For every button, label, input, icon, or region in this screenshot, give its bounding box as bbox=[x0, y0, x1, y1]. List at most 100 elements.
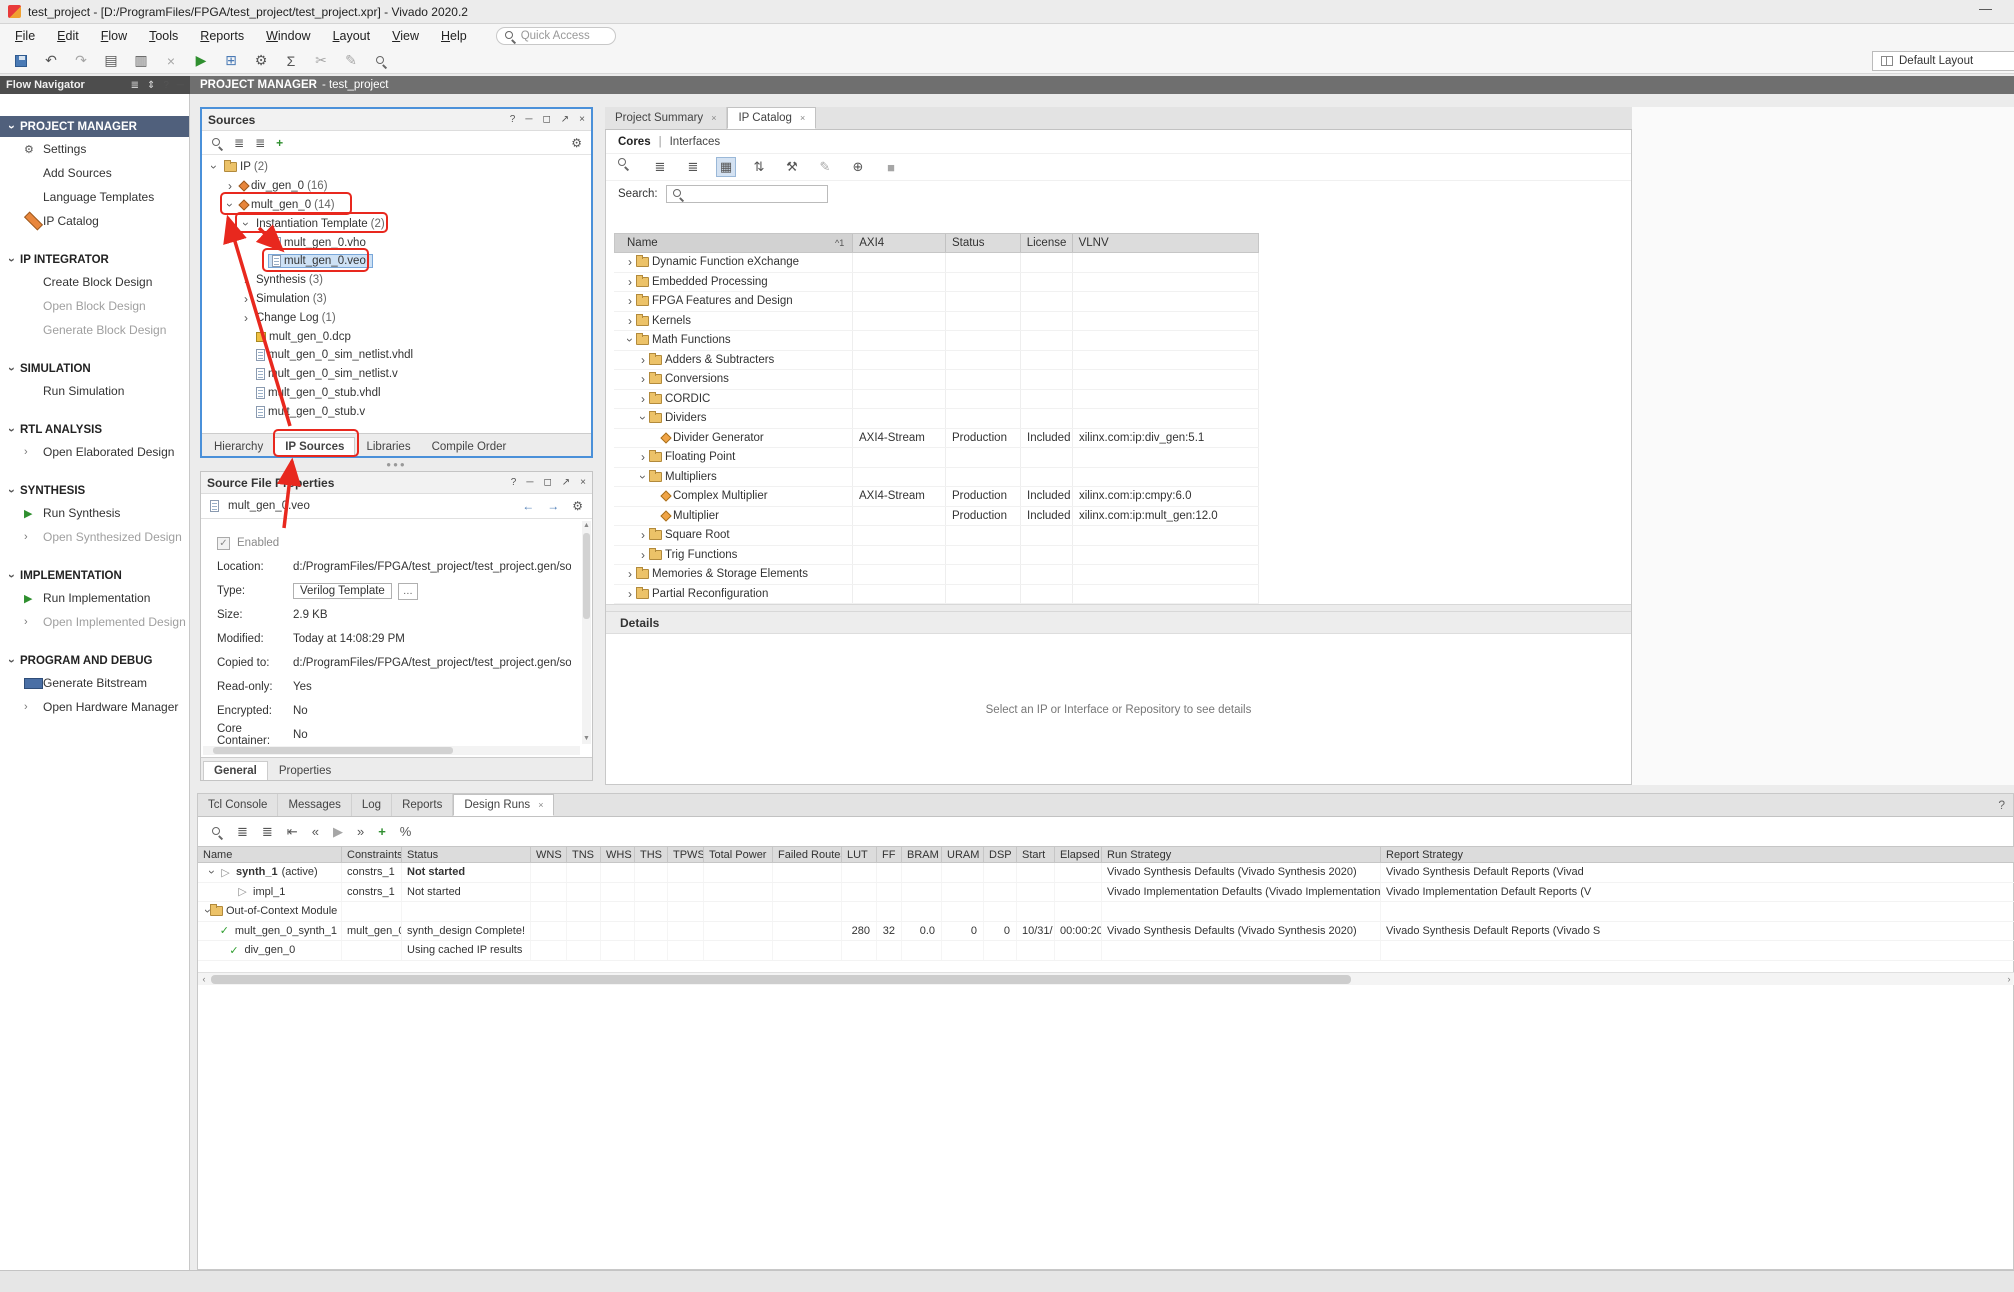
sources-tab[interactable]: Libraries bbox=[356, 438, 420, 456]
column-header-license[interactable]: License bbox=[1021, 234, 1073, 252]
scroll-right-icon[interactable]: › bbox=[2003, 973, 2014, 986]
flow-item[interactable]: Generate Bitstream bbox=[0, 671, 189, 695]
menu-item[interactable]: Layout bbox=[322, 26, 382, 46]
run-row[interactable]: › Out-of-Context Module Runs bbox=[198, 902, 2014, 922]
column-header-total-power[interactable]: Total Power bbox=[704, 847, 773, 862]
expander-icon[interactable]: › bbox=[224, 180, 236, 192]
scroll-down-icon[interactable]: ▼ bbox=[582, 734, 591, 744]
column-header-run-strategy[interactable]: Run Strategy bbox=[1102, 847, 1381, 862]
expander-icon[interactable]: › bbox=[637, 529, 649, 541]
column-header-name[interactable]: Name bbox=[198, 847, 342, 862]
minimize-button[interactable]: — bbox=[1979, 1, 1992, 16]
flow-item[interactable]: Run Simulation bbox=[0, 379, 189, 403]
flow-item[interactable]: › Open Implemented Design bbox=[0, 610, 189, 634]
workspace-tab[interactable]: Project Summary × bbox=[605, 107, 727, 129]
float-icon[interactable]: ◻ bbox=[542, 114, 550, 125]
toolbar-button[interactable]: ↶ bbox=[38, 50, 64, 72]
expander-icon[interactable]: › bbox=[240, 293, 252, 305]
splitter-handle[interactable] bbox=[606, 604, 1631, 612]
bottom-tab[interactable]: Design Runs × bbox=[453, 794, 554, 816]
vertical-scrollbar[interactable]: ▲ ▼ bbox=[582, 521, 591, 744]
toolbar-button[interactable] bbox=[8, 50, 34, 72]
close-icon[interactable]: × bbox=[538, 800, 543, 810]
source-tree-item[interactable]: mult_gen_0.veo bbox=[202, 252, 591, 271]
column-header-whs[interactable]: WHS bbox=[601, 847, 635, 862]
source-tree-item[interactable]: mult_gen_0.dcp bbox=[202, 327, 591, 346]
column-header-constraints[interactable]: Constraints bbox=[342, 847, 402, 862]
first-icon[interactable]: ⇤ bbox=[287, 824, 298, 840]
minimize-icon[interactable]: ─ bbox=[526, 477, 533, 488]
bottom-tab[interactable]: Reports × bbox=[392, 794, 453, 816]
flow-section-header[interactable]: › RTL ANALYSIS bbox=[0, 419, 189, 440]
expander-icon[interactable]: › bbox=[624, 295, 636, 307]
search-icon[interactable] bbox=[211, 826, 223, 838]
source-tree-item[interactable]: › Instantiation Template (2) bbox=[202, 214, 591, 233]
menu-item[interactable]: Flow bbox=[90, 26, 138, 46]
expander-icon[interactable]: › bbox=[637, 393, 649, 405]
browse-button[interactable]: … bbox=[398, 583, 418, 600]
help-icon[interactable]: ? bbox=[511, 477, 517, 488]
minimize-icon[interactable]: ─ bbox=[177, 80, 184, 91]
maximize-icon[interactable]: ↗ bbox=[562, 477, 570, 488]
source-tree-item[interactable]: › Synthesis (3) bbox=[202, 271, 591, 290]
percent-icon[interactable]: % bbox=[400, 824, 412, 839]
flow-section-header[interactable]: › IP INTEGRATOR bbox=[0, 249, 189, 270]
column-header-axi4[interactable]: AXI4 bbox=[853, 234, 946, 252]
help-icon[interactable]: ? bbox=[1998, 798, 2005, 812]
expander-icon[interactable]: › bbox=[224, 199, 236, 211]
horizontal-scrollbar[interactable] bbox=[203, 746, 580, 755]
scroll-up-icon[interactable]: ▲ bbox=[582, 521, 591, 531]
run-row[interactable]: ▷ impl_1 constrs_1 Not started bbox=[198, 883, 2014, 903]
expander-icon[interactable]: › bbox=[637, 412, 649, 424]
catalog-row[interactable]: › Kernels bbox=[614, 312, 1259, 332]
flow-section-header[interactable]: › PROGRAM AND DEBUG bbox=[0, 650, 189, 671]
catalog-row[interactable]: › Dividers bbox=[614, 409, 1259, 429]
forward-icon[interactable]: → bbox=[547, 499, 559, 513]
flow-item[interactable]: Add Sources bbox=[0, 161, 189, 185]
column-header-ths[interactable]: THS bbox=[635, 847, 668, 862]
gear-icon[interactable]: ⚙ bbox=[571, 136, 582, 150]
layout-selector[interactable]: Default Layout bbox=[1872, 51, 2014, 71]
catalog-row[interactable]: › Embedded Processing bbox=[614, 273, 1259, 293]
flow-item[interactable]: Language Templates bbox=[0, 185, 189, 209]
back-icon[interactable]: ← bbox=[522, 499, 534, 513]
source-tree-item[interactable]: › div_gen_0 (16) bbox=[202, 177, 591, 196]
column-header-tns[interactable]: TNS bbox=[567, 847, 601, 862]
bottom-tab[interactable]: Log × bbox=[352, 794, 392, 816]
menu-item[interactable]: Edit bbox=[46, 26, 90, 46]
source-tree-item[interactable]: › IP (2) bbox=[202, 158, 591, 177]
expander-icon[interactable]: › bbox=[624, 588, 636, 600]
expander-icon[interactable]: › bbox=[624, 256, 636, 268]
catalog-row[interactable]: › Multipliers bbox=[614, 468, 1259, 488]
sort-icon[interactable]: ⇅ bbox=[749, 157, 769, 177]
toolbar-button[interactable]: ▶ bbox=[188, 50, 214, 72]
column-header-failed-routes[interactable]: Failed Routes bbox=[773, 847, 842, 862]
source-tree-item[interactable]: mult_gen_0_stub.v bbox=[202, 402, 591, 421]
run-row[interactable]: ✓ mult_gen_0_synth_1 mult_gen_0 synth_de… bbox=[198, 922, 2014, 942]
toolbar-button[interactable]: ⚙ bbox=[248, 50, 274, 72]
splitter-handle[interactable]: ●●● bbox=[200, 459, 593, 469]
toolbar-button[interactable]: ▥ bbox=[128, 50, 154, 72]
gear-icon[interactable]: ⚙ bbox=[572, 499, 583, 513]
expander-icon[interactable]: › bbox=[624, 315, 636, 327]
flow-item[interactable]: › Open Synthesized Design bbox=[0, 525, 189, 549]
flow-item[interactable]: Generate Block Design bbox=[0, 318, 189, 342]
expander-icon[interactable]: › bbox=[206, 866, 218, 878]
stop-icon[interactable]: ■ bbox=[881, 157, 901, 177]
catalog-row[interactable]: Multiplier Production Included xilinx.co… bbox=[614, 507, 1259, 527]
toolbar-button[interactable]: ✎ bbox=[338, 50, 364, 72]
forward-step-icon[interactable]: » bbox=[357, 824, 364, 839]
expander-icon[interactable]: › bbox=[624, 334, 636, 346]
add-sources-icon[interactable]: + bbox=[276, 136, 283, 150]
collapse-all-icon[interactable]: ≣ bbox=[237, 824, 248, 840]
sfp-tab[interactable]: Properties bbox=[269, 762, 341, 780]
close-icon[interactable]: × bbox=[580, 477, 586, 488]
sources-tab[interactable]: Hierarchy bbox=[204, 438, 273, 456]
catalog-row[interactable]: › Conversions bbox=[614, 370, 1259, 390]
flow-item[interactable]: › Open Hardware Manager bbox=[0, 695, 189, 719]
toolbar-button[interactable] bbox=[368, 50, 394, 72]
expander-icon[interactable]: › bbox=[637, 549, 649, 561]
column-header-elapsed[interactable]: Elapsed bbox=[1055, 847, 1102, 862]
expander-icon[interactable]: › bbox=[637, 354, 649, 366]
menu-item[interactable]: Help bbox=[430, 26, 478, 46]
